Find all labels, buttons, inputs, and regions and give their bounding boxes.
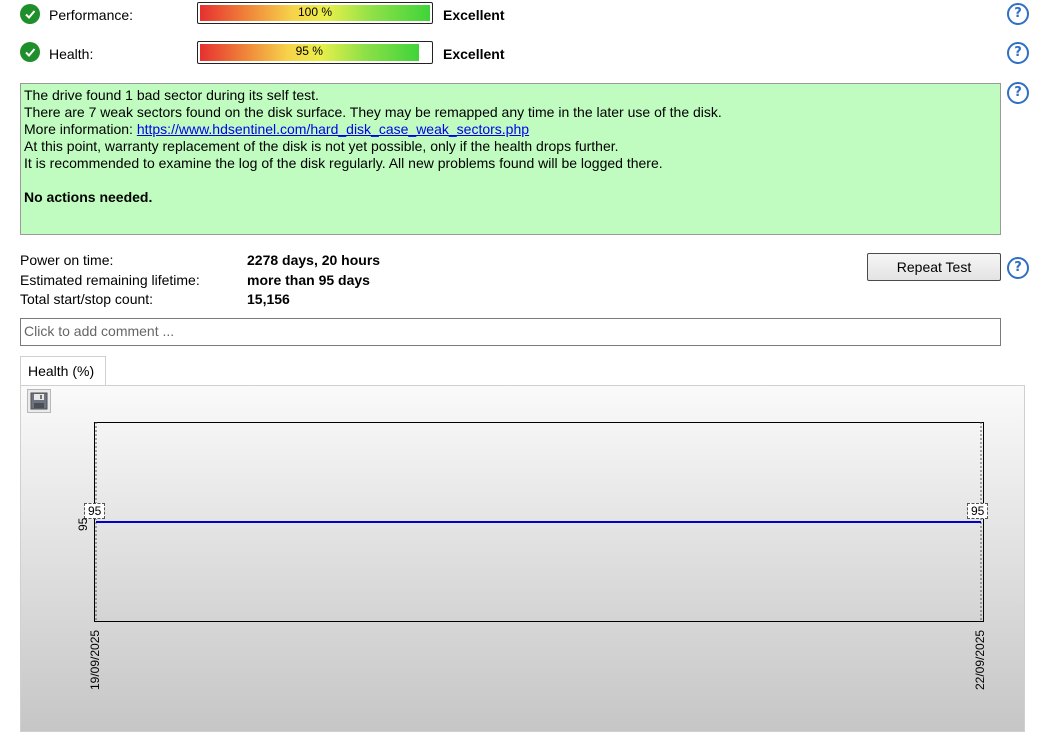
chart-data-label: 95 — [84, 503, 106, 519]
chart-x-tick-label: 19/09/2025 — [88, 629, 102, 690]
chart-data-label: 95 — [967, 503, 989, 519]
chart-x-tick-label: 22/09/2025 — [973, 629, 987, 690]
chart-svg — [95, 422, 982, 622]
chart-y-tick-label: 95 — [76, 517, 90, 531]
